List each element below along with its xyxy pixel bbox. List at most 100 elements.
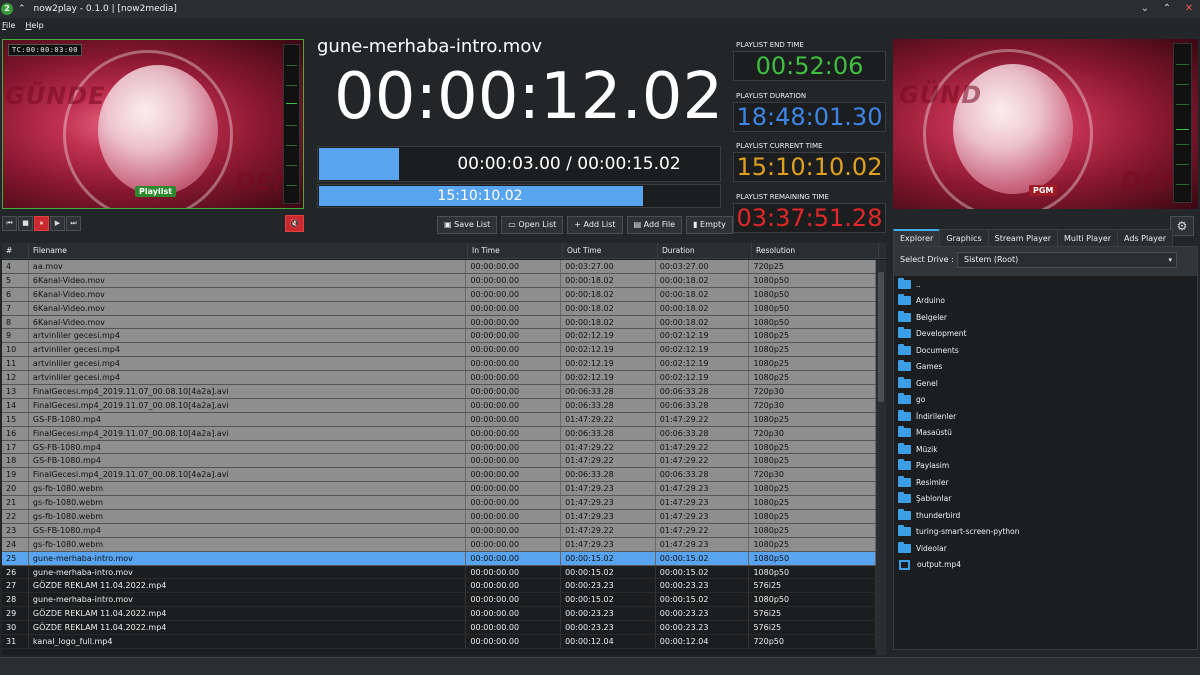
table-cell: 00:00:00.00 [466,357,562,371]
table-row[interactable]: 24 gs-fb-1080.webm 00:00:00.00 01:47:29.23 0… [2,537,877,552]
file-list-item[interactable]: Development [894,326,1197,343]
table-row[interactable]: 30 GÖZDE REKLAM 11.04.2022.mp4 00:00:00.00… [2,621,877,636]
file-list-item[interactable]: .. [894,276,1197,293]
file-list-item[interactable]: Resimler [894,474,1197,491]
pause-button[interactable]: ⏸ [34,216,49,231]
table-row[interactable]: 27 GÖZDE REKLAM 11.04.2022.mp4 00:00:00.00… [2,579,877,594]
table-cell: 7 [2,301,29,315]
table-cell: 00:00:15.02 [656,565,750,579]
table-row[interactable]: 25 gune-merhaba-intro.mov 00:00:00.00 00:00… [2,551,877,566]
table-row[interactable]: 10 artvinliler gecesi.mp4 00:00:00.00 00:02… [2,343,877,358]
file-list-item[interactable]: go [894,392,1197,409]
table-row[interactable]: 23 GS-FB-1080.mp4 00:00:00.00 01:47:29.22 01… [2,523,877,538]
table-cell: 00:00:15.02 [656,593,750,607]
table-cell: FinalGecesi.mp4_2019.11.07_00.08.10[4a2a… [29,468,467,482]
col-out-time[interactable]: Out Time [563,243,658,258]
keep-above-icon[interactable]: ⌃ [18,4,26,14]
file-list-item[interactable]: Masaüstü [894,425,1197,442]
file-list-item[interactable]: Games [894,359,1197,376]
drive-select[interactable]: Sistem (Root) ▾ [957,252,1177,268]
time-bar: 15:10:10.02 [317,184,721,208]
folder-icon [898,508,911,520]
col-resolution[interactable]: Resolution [752,243,879,258]
table-cell: 01:47:29.22 [656,523,750,537]
menu-file[interactable]: File [2,21,15,30]
file-list-item[interactable]: İndirilenler [894,408,1197,425]
tab-graphics[interactable]: Graphics [939,229,989,246]
empty-button[interactable]: ▮ Empty [686,216,733,234]
file-list-item[interactable]: Videolar [894,540,1197,557]
table-row[interactable]: 17 GS-FB-1080.mp4 00:00:00.00 01:47:29.22 01… [2,440,877,455]
table-row[interactable]: 4 aa.mov 00:00:00.00 00:03:27.00 00:03:27.00… [2,260,877,274]
file-list-item[interactable]: turing-smart-screen-python [894,524,1197,541]
tab-multi-player[interactable]: Multi Player [1057,229,1119,246]
table-row[interactable]: 26 gune-merhaba-intro.mov 00:00:00.00 00:00… [2,565,877,580]
skip-last-button[interactable]: ⏭ [66,216,81,231]
table-cell: artvinliler gecesi.mp4 [29,357,467,371]
add-file-button[interactable]: ▤ Add File [626,216,683,234]
col-filename[interactable]: Filename [29,243,468,258]
table-row[interactable]: 22 gs-fb-1080.webm 00:00:00.00 01:47:29.23 0… [2,510,877,524]
table-row[interactable]: 16 FinalGecesi.mp4_2019.11.07_00.08.10[4a… [2,426,877,441]
stop-button[interactable]: ■ [18,216,33,231]
table-cell: 01:47:29.22 [656,454,750,468]
table-cell: 00:00:00.00 [466,454,562,468]
table-row[interactable]: 7 6Kanal-Video.mov 00:00:00.00 00:00:18.02 0… [2,301,877,316]
table-row[interactable]: 13 FinalGecesi.mp4_2019.11.07_00.08.10[4a… [2,385,877,399]
tab-explorer[interactable]: Explorer [893,229,941,246]
table-row[interactable]: 14 FinalGecesi.mp4_2019.11.07_00.08.10[4a… [2,398,877,413]
table-row[interactable]: 15 GS-FB-1080.mp4 00:00:00.00 01:47:29.22 01… [2,412,877,427]
file-list-item[interactable]: thunderbird [894,507,1197,524]
file-list-item[interactable]: output.mp4 [894,557,1197,574]
mute-button[interactable]: 🔇 [285,215,304,232]
file-list-item[interactable]: Şablonlar [894,491,1197,508]
table-row[interactable]: 29 GÖZDE REKLAM 11.04.2022.mp4 00:00:00.00… [2,607,877,622]
maximize-icon[interactable]: ⌃ [1156,0,1178,18]
table-cell: 00:00:00.00 [466,329,562,343]
table-cell: artvinliler gecesi.mp4 [29,343,467,357]
col-duration[interactable]: Duration [658,243,752,258]
table-row[interactable]: 21 gs-fb-1080.webm 00:00:00.00 01:47:29.23 0… [2,496,877,511]
clip-progress-text: 00:00:03.00 / 00:00:15.02 [457,154,681,174]
scrollbar-thumb[interactable] [878,272,884,402]
pgm-tag: PGM [1029,185,1058,196]
settings-gear-icon[interactable]: ⚙ [1170,216,1194,236]
table-row[interactable]: 20 gs-fb-1080.webm 00:00:00.00 01:47:29.23 0… [2,482,877,497]
file-list-item[interactable]: Documents [894,342,1197,359]
table-row[interactable]: 31 kanal_logo_full.mp4 00:00:00.00 00:00:12… [2,635,877,649]
file-list-item[interactable]: Belgeler [894,309,1197,326]
menu-help[interactable]: Help [25,21,43,30]
table-cell: 14 [2,398,29,412]
open-list-button[interactable]: ▭ Open List [501,216,564,234]
tab-stream-player[interactable]: Stream Player [987,229,1059,246]
file-list-item[interactable]: Arduino [894,293,1197,310]
close-icon[interactable]: ✕ [1178,0,1200,18]
table-cell: 9 [2,329,29,343]
table-row[interactable]: 11 artvinliler gecesi.mp4 00:00:00.00 00:02… [2,357,877,372]
col-index[interactable]: # [2,243,29,258]
table-cell: 27 [2,579,29,593]
col-in-time[interactable]: In Time [468,243,563,258]
file-list-item[interactable]: Paylasim [894,458,1197,475]
save-list-button[interactable]: ▣ Save List [437,216,498,234]
table-row[interactable]: 12 artvinliler gecesi.mp4 00:00:00.00 00:02… [2,371,877,386]
table-row[interactable]: 18 GS-FB-1080.mp4 00:00:00.00 01:47:29.22 01… [2,454,877,469]
skip-first-button[interactable]: ⏮ [2,216,17,231]
table-cell: 00:06:33.28 [656,385,750,398]
minimize-icon[interactable]: ⌄ [1134,0,1156,18]
folder-icon [898,541,911,553]
table-row[interactable]: 6 6Kanal-Video.mov 00:00:00.00 00:00:18.02 0… [2,287,877,302]
table-row[interactable]: 8 6Kanal-Video.mov 00:00:00.00 00:00:18.02 0… [2,315,877,330]
table-row[interactable]: 5 6Kanal-Video.mov 00:00:00.00 00:00:18.02 0… [2,273,877,288]
file-list-item[interactable]: Müzik [894,441,1197,458]
add-list-button[interactable]: + Add List [567,216,623,234]
table-cell: 01:47:29.23 [561,482,656,496]
file-list-item[interactable]: Genel [894,375,1197,392]
tab-ads-player[interactable]: Ads Player [1117,229,1174,246]
table-row[interactable]: 19 FinalGecesi.mp4_2019.11.07_00.08.10[4a… [2,468,877,483]
playlist-scrollbar[interactable] [876,260,886,655]
table-cell: 6 [2,287,29,301]
play-button[interactable]: ▶ [50,216,65,231]
table-row[interactable]: 9 artvinliler gecesi.mp4 00:00:00.00 00:02:… [2,329,877,344]
table-row[interactable]: 28 gune-merhaba-intro.mov 00:00:00.00 00:00… [2,593,877,608]
